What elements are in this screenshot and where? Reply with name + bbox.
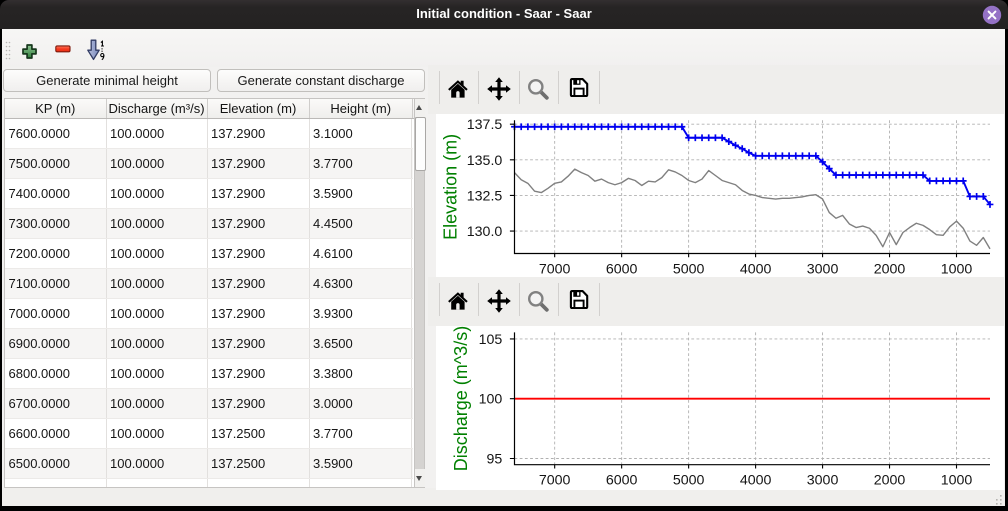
svg-text:1000: 1000 [941,261,973,277]
svg-text:135.0: 135.0 [467,152,503,168]
svg-text:3000: 3000 [807,261,839,277]
svg-text:105: 105 [479,331,503,347]
svg-text:5000: 5000 [673,261,705,277]
svg-text:95: 95 [487,451,503,467]
svg-text:6000: 6000 [606,261,638,277]
svg-text:5000: 5000 [673,472,705,488]
svg-text:3000: 3000 [807,472,839,488]
svg-text:130.0: 130.0 [467,224,503,240]
svg-text:1000: 1000 [941,472,973,488]
svg-text:7000: 7000 [539,261,571,277]
svg-text:137.5: 137.5 [467,117,503,133]
svg-text:4000: 4000 [740,261,772,277]
svg-text:2000: 2000 [874,472,906,488]
svg-text:7000: 7000 [539,472,571,488]
svg-text:132.5: 132.5 [467,188,503,204]
svg-text:100: 100 [479,391,503,407]
svg-text:Discharge (m^3/s): Discharge (m^3/s) [451,326,471,471]
svg-text:4000: 4000 [740,472,772,488]
svg-text:6000: 6000 [606,472,638,488]
svg-text:2000: 2000 [874,261,906,277]
svg-text:Elevation (m): Elevation (m) [441,133,461,239]
